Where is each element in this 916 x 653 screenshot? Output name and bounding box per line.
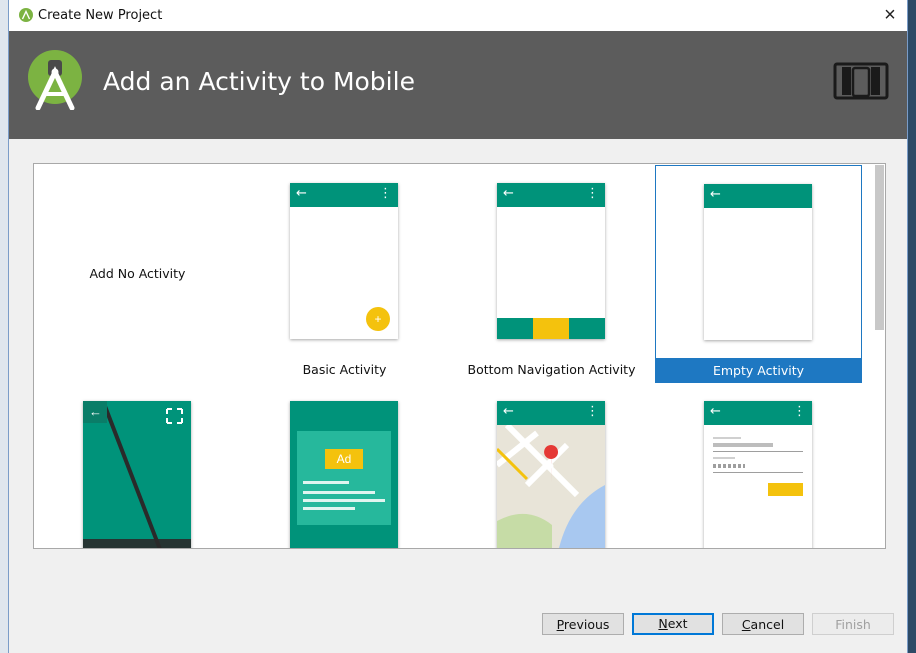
app-bar: ← bbox=[704, 184, 812, 208]
bottom-nav-active-item bbox=[533, 318, 569, 339]
template-login-activity[interactable]: ← ⋮ bbox=[655, 382, 862, 548]
overflow-menu-icon: ⋮ bbox=[793, 404, 806, 419]
form-hint bbox=[713, 437, 741, 439]
next-button[interactable]: Next bbox=[632, 613, 714, 635]
ad-text-line bbox=[303, 507, 355, 510]
previous-label: revious bbox=[563, 617, 610, 632]
android-studio-icon bbox=[19, 8, 33, 22]
ad-text-line bbox=[303, 481, 349, 484]
app-bar: ← ⋮ bbox=[497, 401, 605, 425]
template-label: Basic Activity bbox=[302, 362, 387, 377]
fullscreen-preview-art bbox=[83, 401, 191, 548]
back-arrow-icon: ← bbox=[89, 404, 102, 419]
template-preview: ← ⋮ bbox=[497, 183, 605, 339]
overflow-menu-icon: ⋮ bbox=[586, 186, 599, 201]
background-right bbox=[908, 0, 916, 653]
template-basic-activity[interactable]: ← ⋮ + Basic Activity bbox=[241, 164, 448, 382]
ad-text-line bbox=[303, 499, 385, 502]
activity-gallery: Add No Activity ← ⋮ + Basic Activity ← ⋮… bbox=[33, 163, 886, 549]
dialog-window: Create New Project × Add an Activity to … bbox=[8, 0, 908, 653]
next-label: ext bbox=[667, 616, 688, 631]
template-preview: ← bbox=[83, 401, 191, 548]
template-empty-activity[interactable]: ← Empty Activity bbox=[655, 165, 862, 383]
back-arrow-icon: ← bbox=[296, 186, 307, 201]
template-label: Bottom Navigation Activity bbox=[467, 362, 636, 377]
cancel-mnemonic: C bbox=[741, 617, 751, 632]
ad-badge: Ad bbox=[325, 449, 363, 469]
template-label: Empty Activity bbox=[656, 358, 861, 383]
app-bar: ← ⋮ bbox=[704, 401, 812, 425]
page-title: Add an Activity to Mobile bbox=[103, 67, 415, 96]
back-arrow-icon: ← bbox=[710, 187, 721, 202]
previous-button[interactable]: Previous bbox=[542, 613, 624, 635]
title-bar: Create New Project × bbox=[9, 0, 907, 31]
form-hint bbox=[713, 457, 735, 459]
template-maps-activity[interactable]: ← ⋮ bbox=[448, 382, 655, 548]
overflow-menu-icon: ⋮ bbox=[586, 404, 599, 419]
close-icon[interactable]: × bbox=[879, 4, 901, 26]
template-no-activity[interactable]: Add No Activity bbox=[34, 164, 241, 382]
ad-card: Ad bbox=[297, 431, 391, 525]
next-mnemonic: N bbox=[658, 616, 668, 631]
template-admob-activity[interactable]: Ad bbox=[241, 382, 448, 548]
template-label: Add No Activity bbox=[89, 266, 186, 281]
back-arrow-icon: ← bbox=[710, 404, 721, 419]
gallery-scrollbar[interactable] bbox=[875, 165, 884, 330]
phone-tablet-icon bbox=[833, 62, 889, 100]
finish-button[interactable]: Finish bbox=[812, 613, 894, 635]
sign-in-button-preview bbox=[768, 483, 803, 496]
back-arrow-icon: ← bbox=[503, 186, 514, 201]
previous-mnemonic: P bbox=[556, 617, 564, 632]
template-bottom-navigation-activity[interactable]: ← ⋮ Bottom Navigation Activity bbox=[448, 164, 655, 382]
overflow-menu-icon: ⋮ bbox=[379, 186, 392, 201]
ad-text-line bbox=[303, 491, 375, 494]
android-studio-logo bbox=[28, 50, 82, 110]
password-field-preview bbox=[713, 464, 745, 468]
wizard-header: Add an Activity to Mobile bbox=[9, 31, 907, 139]
template-preview: ← ⋮ bbox=[497, 401, 605, 548]
template-preview: ← bbox=[704, 184, 812, 340]
template-preview: ← ⋮ + bbox=[290, 183, 398, 339]
app-bar: ← ⋮ bbox=[290, 183, 398, 207]
wizard-buttons: Previous Next Cancel Finish bbox=[9, 600, 907, 640]
map-preview-art bbox=[497, 425, 605, 548]
bottom-nav-bar bbox=[497, 318, 605, 339]
window-title: Create New Project bbox=[38, 8, 163, 23]
fab-icon: + bbox=[366, 307, 390, 331]
cancel-button[interactable]: Cancel bbox=[722, 613, 804, 635]
cancel-label: ancel bbox=[750, 617, 785, 632]
template-fullscreen-activity[interactable]: ← bbox=[34, 382, 241, 548]
email-field-preview bbox=[713, 443, 773, 447]
form-underline bbox=[713, 472, 803, 473]
background-left bbox=[0, 0, 8, 653]
template-preview: ← ⋮ bbox=[704, 401, 812, 548]
template-preview: Ad bbox=[290, 401, 398, 548]
form-underline bbox=[713, 451, 803, 452]
back-arrow-icon: ← bbox=[503, 404, 514, 419]
app-bar: ← ⋮ bbox=[497, 183, 605, 207]
